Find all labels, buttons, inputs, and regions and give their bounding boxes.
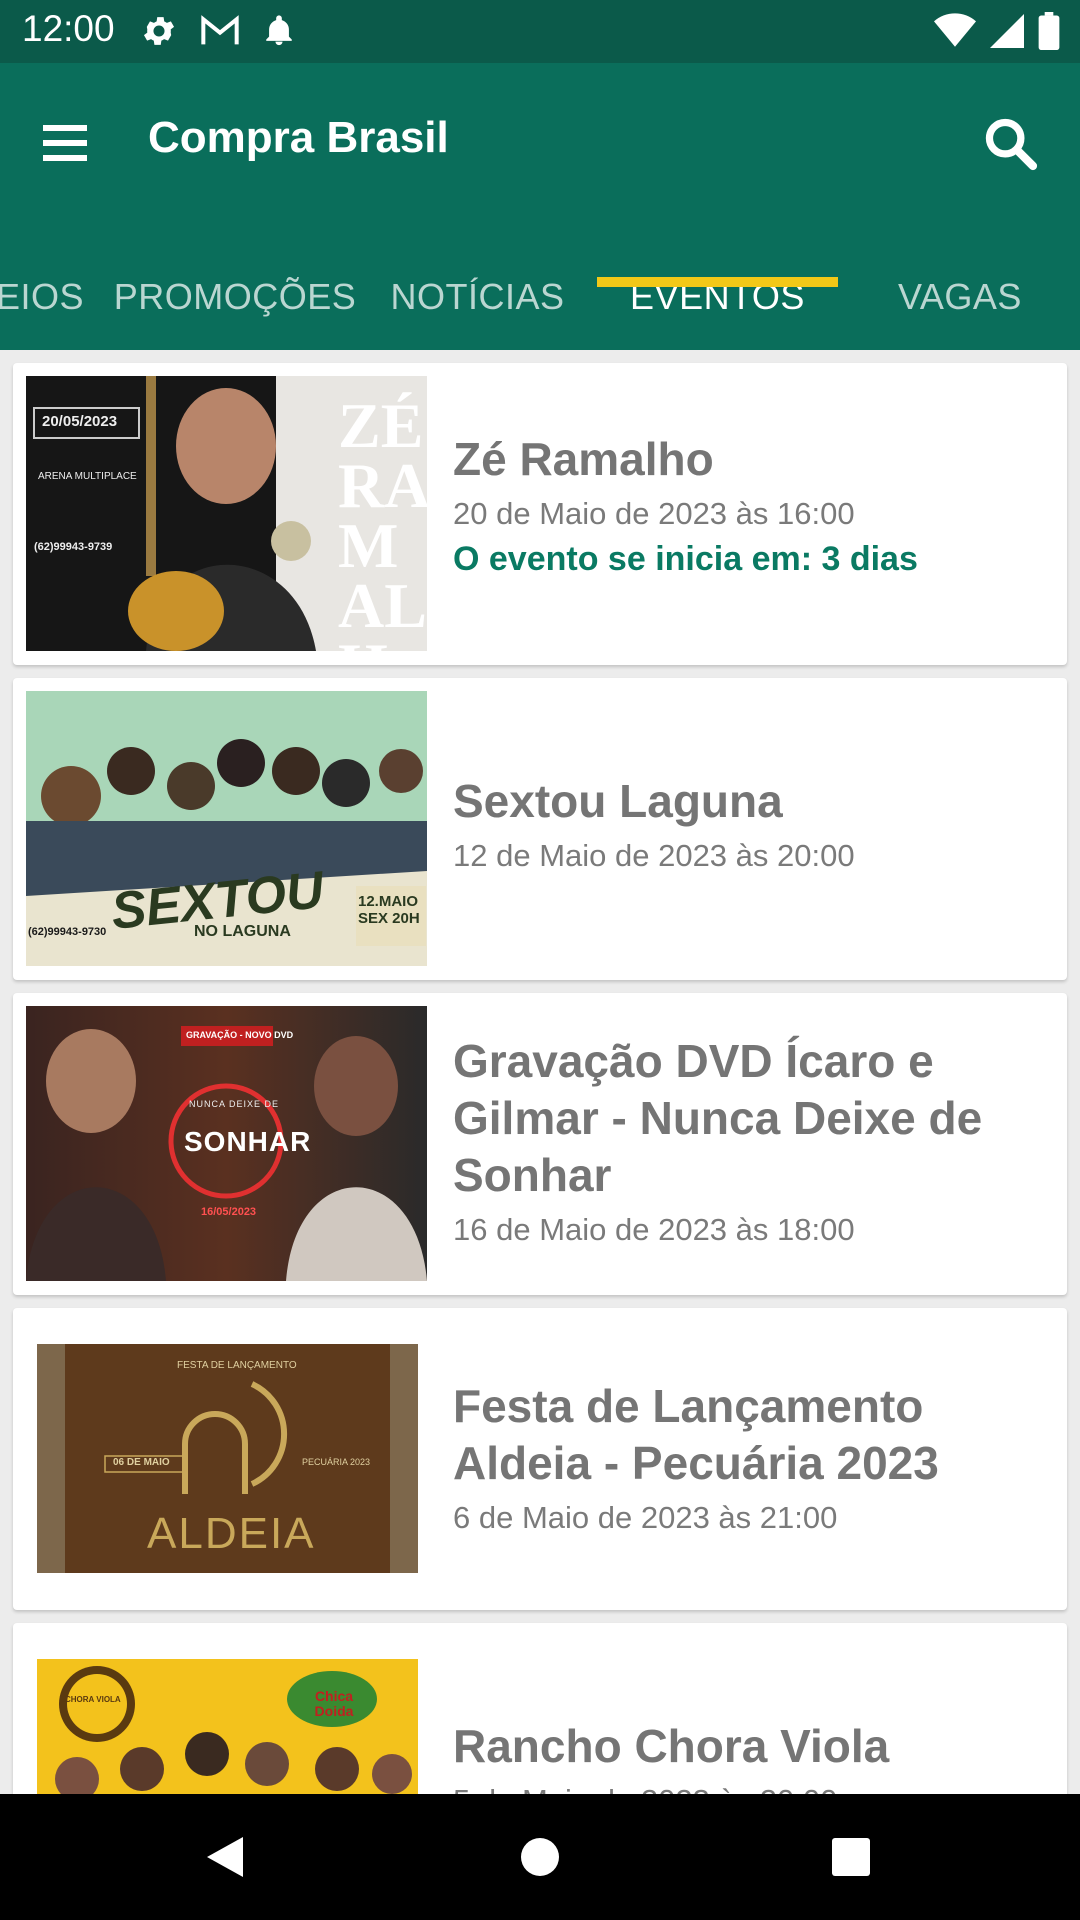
tab-bar: EIOS PROMOÇÕES NOTÍCIAS EVENTOS VAGAS [0,243,1080,350]
event-poster-image: SEXTOU NO LAGUNA 12.MAIO SEX 20H (62)999… [26,691,427,966]
poster-date: 12.MAIO SEX 20H [358,893,420,927]
poster-big-text: ZÉ RAMALHO [338,390,427,652]
poster-venue: ARENA MULTIPLACE [38,471,137,482]
event-info: Rancho Chora Viola 5 de Maio de 2023 às … [453,1718,1047,1794]
signal-icon [990,14,1024,48]
app-bar: Compra Brasil EIOS PROMOÇÕES NOTÍCIAS EV… [0,63,1080,350]
app-title: Compra Brasil [148,113,449,162]
event-poster-image: 20/05/2023 ARENA MULTIPLACE (62)99943-97… [26,376,427,651]
recents-icon [832,1838,870,1876]
hamburger-menu-icon [43,125,87,161]
event-title: Gravação DVD Ícaro e Gilmar - Nunca Deix… [453,1035,983,1201]
poster-phone: (62)99943-9739 [34,541,113,553]
events-list[interactable]: 20/05/2023 ARENA MULTIPLACE (62)99943-97… [0,350,1080,1794]
back-icon [207,1837,243,1877]
status-left-icons [140,12,296,50]
event-info: Festa de Lançamento Aldeia - Pecuária 20… [453,1378,1047,1538]
status-time: 12:00 [22,8,115,49]
notification-bell-icon [266,15,292,46]
search-button[interactable] [970,103,1050,183]
poster-ring-text: NUNCA DEIXE DE [189,1099,280,1109]
event-title: Festa de Lançamento Aldeia - Pecuária 20… [453,1380,939,1489]
tab-vagas[interactable]: VAGAS [880,243,1040,350]
event-title: Zé Ramalho [453,433,714,485]
event-card[interactable]: GRAVAÇÃO - NOVO DVD NUNCA DEIXE DE SONHA… [13,993,1067,1295]
event-date: 20 de Maio de 2023 às 16:00 [453,496,855,531]
tab-noticias[interactable]: NOTÍCIAS [380,243,575,350]
menu-button[interactable] [30,108,100,178]
poster-top-text: FESTA DE LANÇAMENTO [177,1360,297,1371]
poster-phone: (62)99943-9730 [28,926,107,938]
event-date: 16 de Maio de 2023 às 18:00 [453,1212,855,1247]
event-date: 12 de Maio de 2023 às 20:00 [453,838,855,873]
event-info: Zé Ramalho 20 de Maio de 2023 às 16:00 O… [453,431,1047,579]
poster-side-text: PECUÁRIA 2023 [302,1457,371,1467]
tab-label: NOTÍCIAS [390,275,565,317]
tab-sorteios[interactable]: EIOS [0,243,100,350]
event-poster-image: GRAVAÇÃO - NOVO DVD NUNCA DEIXE DE SONHA… [26,1006,427,1281]
poster-date: 20/05/2023 [42,413,118,430]
wifi-icon [934,13,976,47]
status-bar: 12:00 [0,0,1080,63]
nav-back-button[interactable] [165,1794,285,1920]
poster-sub-text: NO LAGUNA [194,923,291,940]
battery-icon [1038,12,1060,50]
poster-top-text: GRAVAÇÃO - NOVO DVD [186,1030,294,1040]
poster-badge-text: Chica Doida [314,1688,354,1719]
event-title: Rancho Chora Viola [453,1720,890,1772]
event-info: Gravação DVD Ícaro e Gilmar - Nunca Deix… [453,1033,1047,1250]
gmail-icon [201,15,239,45]
nav-home-button[interactable] [480,1794,600,1920]
status-right-icons [934,12,1060,50]
event-poster-image: FESTA DE LANÇAMENTO 06 DE MAIO PECUÁRIA … [37,1344,418,1573]
tab-eventos[interactable]: EVENTOS [597,243,838,350]
poster-big-text: SONHAR [184,1126,312,1157]
poster-logo-text: CHORA VIOLA [65,1695,121,1704]
tab-label: PROMOÇÕES [113,275,357,317]
event-card[interactable]: FESTA DE LANÇAMENTO 06 DE MAIO PECUÁRIA … [13,1308,1067,1610]
system-nav-bar [0,1794,1080,1920]
event-countdown: O evento se inicia em: 3 dias [453,540,918,578]
poster-date: 16/05/2023 [201,1206,257,1218]
event-title: Sextou Laguna [453,775,783,827]
tab-label: VAGAS [898,275,1022,317]
tab-label: EIOS [0,275,85,317]
home-icon [521,1838,559,1876]
nav-recents-button[interactable] [791,1794,911,1920]
event-card[interactable]: SEXTOU NO LAGUNA 12.MAIO SEX 20H (62)999… [13,678,1067,980]
event-info: Sextou Laguna 12 de Maio de 2023 às 20:0… [453,773,1047,876]
tab-promocoes[interactable]: PROMOÇÕES [114,243,356,350]
event-poster-image: CHORA VIOLA Chica Doida [37,1659,418,1794]
event-date: 6 de Maio de 2023 às 21:00 [453,1500,838,1535]
search-icon [985,118,1038,171]
event-card[interactable]: 20/05/2023 ARENA MULTIPLACE (62)99943-97… [13,363,1067,665]
event-card[interactable]: CHORA VIOLA Chica Doida Rancho Chora Vio… [13,1623,1067,1794]
settings-icon [143,17,175,45]
active-tab-indicator [597,277,838,287]
event-date: 5 de Maio de 2023 às 20:00 [453,1781,1047,1794]
poster-date: 06 DE MAIO [113,1457,170,1468]
poster-big-text: ALDEIA [147,1509,316,1558]
